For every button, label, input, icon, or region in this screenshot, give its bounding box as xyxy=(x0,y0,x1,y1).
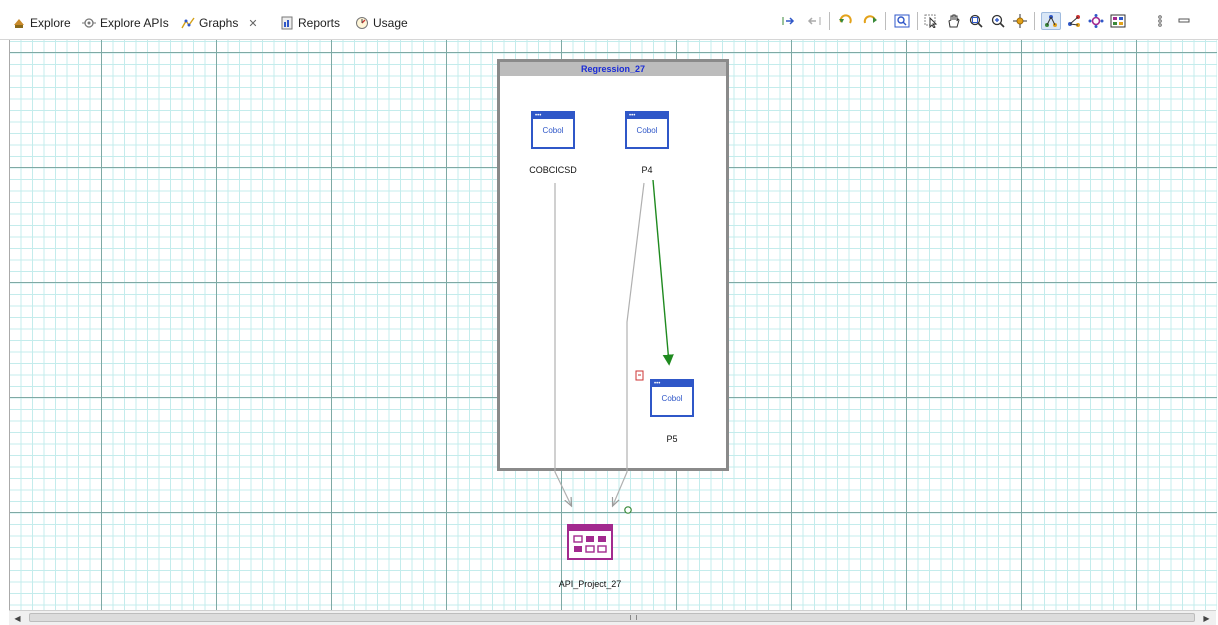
tab-label: Explore xyxy=(30,16,71,30)
toolbar-separator xyxy=(885,12,886,30)
edge-p4-to-api[interactable] xyxy=(613,182,645,505)
toolbar-separator xyxy=(917,12,918,30)
scroll-right-arrow-icon[interactable]: ▶ xyxy=(1199,612,1214,624)
node-box-text: Cobol xyxy=(636,126,658,135)
edge-cobcicsd-to-api[interactable] xyxy=(554,183,571,505)
toolbar-separator xyxy=(829,12,830,30)
reports-icon xyxy=(280,16,294,30)
layout-tree-icon[interactable] xyxy=(1041,12,1061,30)
scroll-left-arrow-icon[interactable]: ◀ xyxy=(10,612,25,624)
view-menu-icon[interactable] xyxy=(1150,12,1170,30)
expand-icon[interactable] xyxy=(780,12,800,30)
tab-explore-apis[interactable]: Explore APIs xyxy=(82,13,169,33)
node-box-text: Cobol xyxy=(661,394,683,403)
tab-label: Usage xyxy=(373,16,408,30)
toolbar-separator xyxy=(1034,12,1035,30)
tab-usage[interactable]: Usage xyxy=(355,13,408,33)
cobol-program-icon: ••• Cobol xyxy=(650,379,694,417)
tab-label: Explore APIs xyxy=(100,16,169,30)
explore-apis-icon xyxy=(82,16,96,30)
pan-hand-icon[interactable] xyxy=(944,12,964,30)
center-icon[interactable] xyxy=(1010,12,1030,30)
search-icon[interactable] xyxy=(892,12,912,30)
node-label: P5 xyxy=(666,434,678,444)
zoom-box-icon[interactable] xyxy=(966,12,986,30)
tab-graphs[interactable]: Graphs ✕ xyxy=(181,13,258,33)
node-label: COBCICSD xyxy=(529,165,577,175)
editor-tab-bar: Explore Explore APIs Graphs ✕ Reports Us… xyxy=(0,0,1218,40)
tab-reports[interactable]: Reports xyxy=(280,13,340,33)
scrollbar-thumb[interactable] xyxy=(29,613,1195,622)
node-label: P4 xyxy=(641,165,653,175)
edge-p4-to-p5[interactable] xyxy=(652,179,674,366)
cobol-program-icon: ••• Cobol xyxy=(625,111,669,149)
select-pointer-icon[interactable] xyxy=(922,12,942,30)
tab-close-icon[interactable]: ✕ xyxy=(248,17,257,30)
node-api-project[interactable]: API_Project_27 xyxy=(559,524,621,589)
layout-grid-icon[interactable] xyxy=(1108,12,1128,30)
node-box-text: Cobol xyxy=(542,126,564,135)
layout-symmetric-icon[interactable] xyxy=(1086,12,1106,30)
tab-label: Graphs xyxy=(199,16,239,30)
api-project-icon xyxy=(567,524,613,560)
tab-explore[interactable]: Explore xyxy=(12,13,71,33)
zoom-in-icon[interactable] xyxy=(988,12,1008,30)
clipboard-icon[interactable] xyxy=(635,370,644,381)
thumb-grip xyxy=(630,615,637,620)
node-label: API_Project_27 xyxy=(558,579,622,589)
undo-icon[interactable] xyxy=(836,12,856,30)
expand-plus-icon[interactable] xyxy=(624,506,632,514)
collapse-icon[interactable] xyxy=(804,12,824,30)
graphs-icon xyxy=(181,16,195,30)
layout-radial-icon[interactable] xyxy=(1064,12,1084,30)
redo-icon[interactable] xyxy=(860,12,880,30)
usage-icon xyxy=(355,16,369,30)
graph-canvas[interactable]: Regression_27 ••• Cobol COBCICSD ••• Cob… xyxy=(9,40,1217,610)
cobol-program-icon: ••• Cobol xyxy=(531,111,575,149)
graph-edges xyxy=(554,179,674,514)
tab-label: Reports xyxy=(298,16,341,30)
explore-icon xyxy=(12,16,26,30)
minimize-icon[interactable] xyxy=(1174,12,1194,30)
horizontal-scrollbar[interactable]: ◀ ▶ xyxy=(9,610,1216,625)
